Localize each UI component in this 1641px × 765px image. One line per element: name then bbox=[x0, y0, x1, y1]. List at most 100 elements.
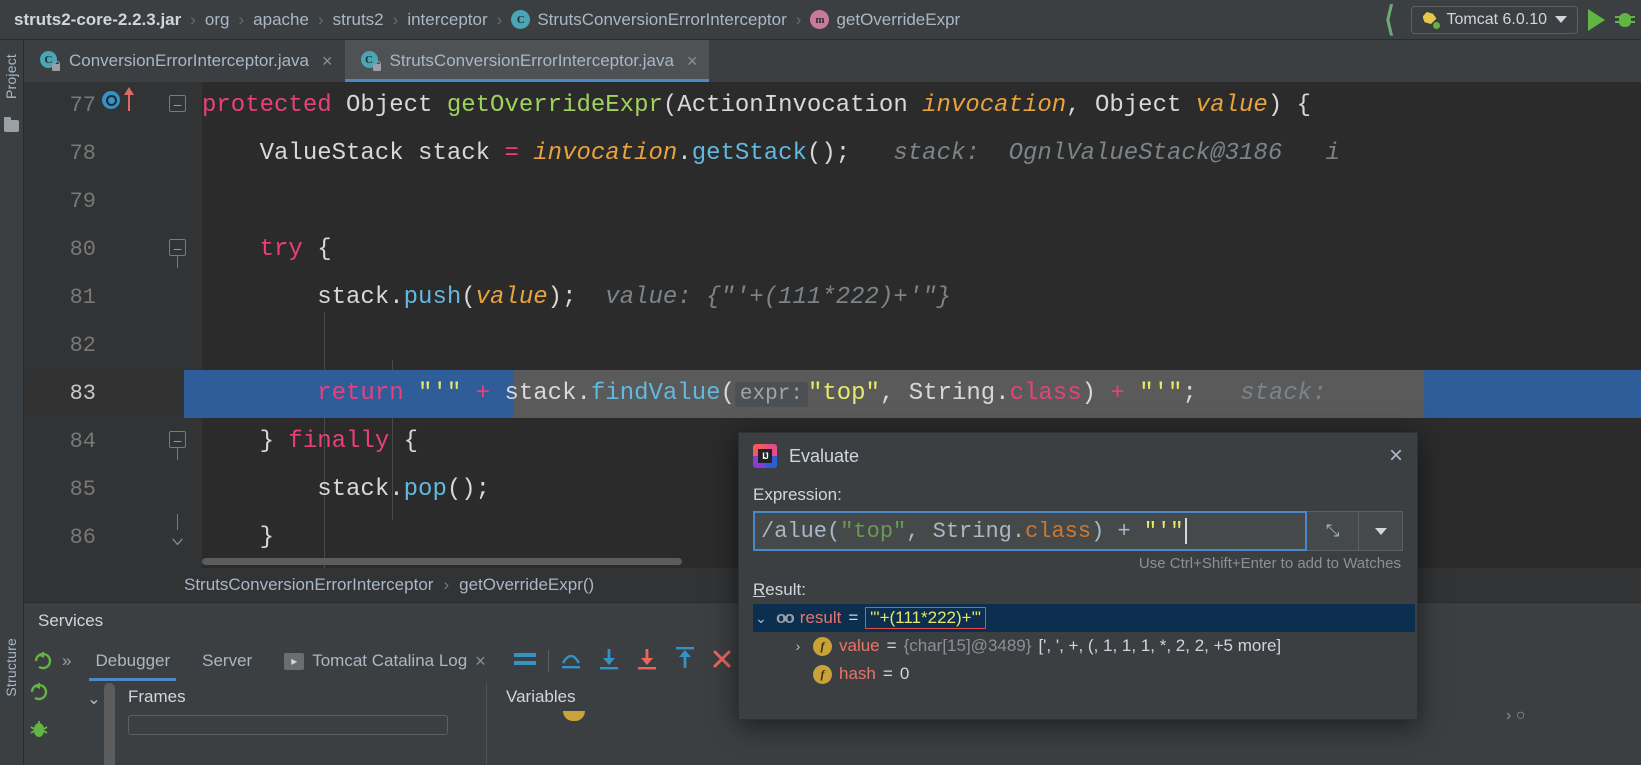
tool-window-project[interactable]: Project bbox=[3, 54, 19, 99]
services-tab-tomcat-catalina-log[interactable]: ▸ Tomcat Catalina Log × bbox=[268, 641, 502, 681]
breakpoint-icon[interactable] bbox=[102, 87, 134, 111]
editor-tab-label: ConversionErrorInterceptor.java bbox=[69, 51, 310, 70]
expression-input-row: /alue("top", String. class) + "'" ⤡ bbox=[753, 511, 1403, 551]
variable-name: result bbox=[799, 608, 842, 627]
editor-tab-label: StrutsConversionErrorInterceptor.java bbox=[389, 51, 674, 70]
rerun-icon[interactable] bbox=[32, 650, 54, 672]
java-class-icon: C bbox=[360, 51, 381, 71]
watches-hint: Use Ctrl+Shift+Enter to add to Watches bbox=[1138, 555, 1401, 572]
editor-tab-strutsconversionerrorinterceptor[interactable]: C StrutsConversionErrorInterceptor.java … bbox=[344, 40, 710, 82]
close-icon[interactable]: × bbox=[475, 651, 486, 672]
breadcrumb-item-interceptor[interactable]: interceptor bbox=[407, 10, 487, 30]
code-text: protected Object getOverrideExpr(ActionI… bbox=[202, 92, 1312, 119]
force-step-into-icon[interactable] bbox=[635, 647, 659, 676]
variable-name: value bbox=[839, 636, 880, 655]
inline-debug-hint-2: i bbox=[1325, 140, 1340, 167]
breadcrumb-method-label: getOverrideExpr bbox=[836, 9, 961, 29]
editor-breadcrumb-class[interactable]: StrutsConversionErrorInterceptor bbox=[184, 575, 433, 595]
tree-row-value[interactable]: › f value = {char[15]@3489} [', ', +, (,… bbox=[753, 632, 1415, 660]
fold-toggle[interactable]: – bbox=[169, 95, 186, 112]
java-class-icon: C bbox=[511, 10, 531, 29]
java-method-icon: m bbox=[810, 10, 830, 29]
step-out-icon[interactable] bbox=[673, 646, 697, 676]
field-icon: f bbox=[813, 636, 832, 656]
run-button[interactable] bbox=[1588, 8, 1605, 31]
twisty-expanded-icon[interactable]: ⌄ bbox=[753, 610, 769, 627]
line-number: 78 bbox=[69, 141, 96, 166]
run-configuration-selector[interactable]: Tomcat 6.0.10 bbox=[1410, 5, 1578, 34]
services-tab-server[interactable]: Server bbox=[186, 641, 268, 681]
pane-divider[interactable] bbox=[486, 683, 487, 765]
inline-debug-hint: stack: OgnlValueStack@3186 bbox=[893, 140, 1283, 167]
variables-chevron-icon[interactable]: › ○ bbox=[1506, 707, 1525, 725]
breadcrumb-item-struts2[interactable]: struts2 bbox=[333, 10, 384, 30]
line-number: 84 bbox=[69, 429, 96, 454]
line-number: 82 bbox=[69, 333, 96, 358]
resume-icon[interactable] bbox=[28, 681, 50, 708]
services-tab-debugger[interactable]: Debugger bbox=[79, 641, 186, 681]
editor-horizontal-scrollbar[interactable] bbox=[202, 558, 682, 565]
line-number: 83 bbox=[69, 381, 96, 406]
breadcrumb-item-method[interactable]: m getOverrideExpr bbox=[810, 10, 960, 30]
code-text: try { bbox=[202, 236, 332, 263]
overflow-chevron-icon[interactable]: » bbox=[54, 651, 79, 671]
close-icon[interactable]: × bbox=[322, 51, 333, 72]
ide-window: struts2-core-2.2.3.jar › org › apache › … bbox=[0, 0, 1641, 765]
expression-input[interactable]: /alue("top", String. class) + "'" bbox=[753, 511, 1307, 551]
debug-side-icons bbox=[28, 681, 50, 745]
line-number: 79 bbox=[69, 189, 96, 214]
variable-value: 0 bbox=[899, 664, 910, 683]
evaluate-dialog[interactable]: IJ Evaluate × Expression: /alue("top", S… bbox=[738, 432, 1418, 720]
frames-header: Frames bbox=[128, 687, 186, 706]
parameter-hint: expr: bbox=[734, 381, 808, 407]
line-number: 77 bbox=[69, 93, 96, 118]
editor-tab-bar: C ConversionErrorInterceptor.java × C St… bbox=[24, 40, 1641, 82]
debug-button[interactable] bbox=[1615, 10, 1635, 30]
variable-type: {char[15]@3489} bbox=[903, 636, 1032, 655]
variables-header: Variables bbox=[506, 687, 576, 706]
toolbar-divider bbox=[547, 650, 549, 672]
twisty-collapsed-icon[interactable]: › bbox=[790, 638, 806, 654]
breadcrumb-item-apache[interactable]: apache bbox=[253, 10, 309, 30]
evaluate-dialog-header: IJ Evaluate × bbox=[739, 433, 1417, 479]
breadcrumb-item-class[interactable]: C StrutsConversionErrorInterceptor bbox=[511, 9, 787, 30]
breadcrumb-class-label: StrutsConversionErrorInterceptor bbox=[537, 9, 787, 29]
equals-sign: = bbox=[848, 608, 859, 627]
object-reference-icon: oo bbox=[776, 608, 795, 627]
lightbulb-icon[interactable] bbox=[737, 505, 755, 527]
code-text: } bbox=[202, 524, 275, 551]
debug-bug-icon[interactable] bbox=[28, 718, 50, 745]
editor-tab-conversionerrorinterceptor[interactable]: C ConversionErrorInterceptor.java × bbox=[24, 40, 345, 82]
breadcrumb-item-org[interactable]: org bbox=[205, 10, 230, 30]
expand-expression-button[interactable]: ⤡ bbox=[1307, 511, 1359, 551]
tree-row-hash[interactable]: f hash = 0 bbox=[753, 660, 1415, 688]
fold-arrow-icon bbox=[172, 538, 183, 546]
line-number: 80 bbox=[69, 237, 96, 262]
fold-toggle[interactable]: – bbox=[169, 431, 186, 460]
line-number: 86 bbox=[69, 525, 96, 550]
selection-highlight-right bbox=[1424, 370, 1641, 418]
result-label: Result: bbox=[753, 580, 806, 599]
frames-row[interactable] bbox=[128, 715, 448, 735]
code-line: 82 bbox=[24, 322, 1641, 370]
close-icon[interactable]: × bbox=[687, 51, 698, 72]
stop-icon[interactable] bbox=[711, 648, 733, 675]
frames-scrollbar[interactable] bbox=[104, 683, 115, 765]
expression-history-dropdown[interactable] bbox=[1359, 511, 1403, 551]
tool-window-structure[interactable]: Structure bbox=[3, 638, 19, 697]
step-over-icon[interactable] bbox=[559, 647, 583, 676]
back-chevron-icon[interactable]: ⟨ bbox=[1378, 0, 1400, 40]
editor-breadcrumb-method[interactable]: getOverrideExpr() bbox=[459, 575, 594, 595]
fold-toggle[interactable]: – bbox=[169, 239, 186, 268]
breadcrumb-item-jar[interactable]: struts2-core-2.2.3.jar bbox=[14, 10, 181, 30]
close-icon[interactable]: × bbox=[1389, 444, 1403, 468]
code-text: } finally { bbox=[202, 428, 419, 455]
code-text: stack.push(value); value: {"'+(111*222)+… bbox=[202, 284, 951, 311]
result-tree[interactable]: ⌄ oo result = "'+(111*222)+'" › f value … bbox=[753, 604, 1415, 688]
step-into-icon[interactable] bbox=[597, 647, 621, 676]
code-text: stack.pop(); bbox=[202, 476, 491, 503]
breadcrumb-separator: › bbox=[795, 9, 802, 29]
collapse-chevron-icon[interactable]: ⌄ bbox=[86, 689, 102, 709]
tree-row-result[interactable]: ⌄ oo result = "'+(111*222)+'" bbox=[753, 604, 1415, 632]
layout-settings-icon[interactable] bbox=[512, 649, 538, 674]
